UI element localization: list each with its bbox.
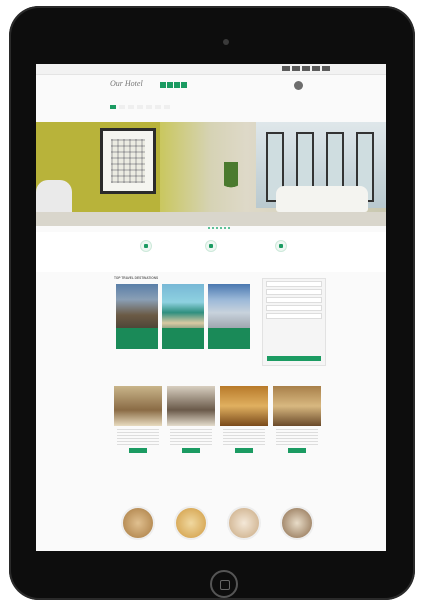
features-row <box>36 232 386 272</box>
room-card <box>167 384 215 454</box>
phone-icon <box>294 81 303 90</box>
nav-item-7[interactable] <box>164 105 170 109</box>
badge-1[interactable] <box>160 82 166 88</box>
hero-sofa <box>276 186 368 212</box>
apartment-image[interactable] <box>280 506 314 540</box>
badge-2[interactable] <box>167 82 173 88</box>
room-image[interactable] <box>167 386 215 426</box>
heart-icon <box>275 240 287 252</box>
room-image[interactable] <box>220 386 268 426</box>
destination-caption <box>116 328 158 349</box>
slider-dot[interactable] <box>228 227 230 229</box>
room-description <box>273 429 321 446</box>
top-bar <box>36 64 386 75</box>
header-badges <box>160 82 187 88</box>
booking-input[interactable] <box>266 297 322 303</box>
room-button[interactable] <box>235 448 253 454</box>
home-button[interactable] <box>210 570 238 598</box>
website-screen: Our Hotel TOP TRAVEL DESTINATIONS <box>36 64 386 551</box>
hero-floor <box>36 212 386 226</box>
destination-caption <box>162 328 204 349</box>
badge-4[interactable] <box>181 82 187 88</box>
parking-icon <box>205 240 217 252</box>
destination-card[interactable] <box>208 284 250 349</box>
apartment-card[interactable] <box>273 504 321 540</box>
room-button[interactable] <box>182 448 200 454</box>
slider-dot[interactable] <box>212 227 214 229</box>
booking-input[interactable] <box>266 313 322 319</box>
room-description <box>167 429 215 446</box>
nav-item-1[interactable] <box>110 105 116 109</box>
apartment-card[interactable] <box>167 504 215 540</box>
brand[interactable]: Our Hotel <box>110 79 143 89</box>
youtube-icon[interactable] <box>322 66 330 71</box>
room-button[interactable] <box>288 448 306 454</box>
room-description <box>114 429 162 446</box>
booking-submit-button[interactable] <box>267 356 321 361</box>
room-description <box>220 429 268 446</box>
slider-dot[interactable] <box>216 227 218 229</box>
feature-item <box>251 240 311 258</box>
apartment-card[interactable] <box>114 504 162 540</box>
booking-input[interactable] <box>266 281 322 287</box>
wifi-icon <box>140 240 152 252</box>
nav-item-6[interactable] <box>155 105 161 109</box>
apartment-image[interactable] <box>174 506 208 540</box>
room-card <box>220 384 268 454</box>
hero-picture-frame <box>100 128 156 194</box>
booking-input[interactable] <box>266 305 322 311</box>
nav-item-3[interactable] <box>128 105 134 109</box>
apartment-image[interactable] <box>121 506 155 540</box>
twitter-icon[interactable] <box>292 66 300 71</box>
slider-dots <box>208 227 230 229</box>
apartment-card[interactable] <box>220 504 268 540</box>
social-links <box>282 66 330 71</box>
room-image[interactable] <box>114 386 162 426</box>
destination-card[interactable] <box>116 284 158 349</box>
facebook-icon[interactable] <box>282 66 290 71</box>
slider-dot[interactable] <box>224 227 226 229</box>
feature-item <box>181 240 241 258</box>
google-plus-icon[interactable] <box>302 66 310 71</box>
hero-slider[interactable] <box>36 122 386 226</box>
camera-icon <box>223 39 229 45</box>
booking-input[interactable] <box>266 289 322 295</box>
main-nav <box>110 105 170 109</box>
room-card <box>114 384 162 454</box>
apartment-image[interactable] <box>227 506 261 540</box>
hero-plant <box>224 162 238 198</box>
room-button[interactable] <box>129 448 147 454</box>
rss-icon[interactable] <box>312 66 320 71</box>
slider-dot[interactable] <box>208 227 210 229</box>
feature-item <box>116 240 176 258</box>
badge-3[interactable] <box>174 82 180 88</box>
slider-dot[interactable] <box>220 227 222 229</box>
room-card <box>273 384 321 454</box>
destinations-title: TOP TRAVEL DESTINATIONS <box>114 276 159 280</box>
nav-item-5[interactable] <box>146 105 152 109</box>
booking-form <box>262 278 326 366</box>
nav-item-2[interactable] <box>119 105 125 109</box>
room-image[interactable] <box>273 386 321 426</box>
destination-caption <box>208 328 250 349</box>
destination-card[interactable] <box>162 284 204 349</box>
nav-item-4[interactable] <box>137 105 143 109</box>
site-logo[interactable]: Our Hotel <box>110 79 143 88</box>
